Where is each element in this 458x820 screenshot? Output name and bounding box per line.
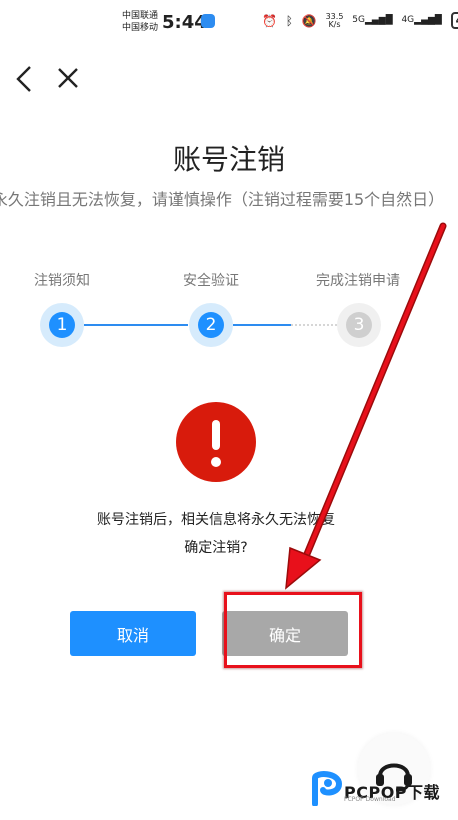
step-label-3: 完成注销申请 (316, 273, 400, 289)
dialog-message-line-1: 账号注销后，相关信息将永久无法恢复 (97, 512, 335, 528)
signal-4g-icon: 4G▂▄▆█ (401, 15, 442, 26)
bluetooth-icon: ᛒ (285, 13, 293, 28)
watermark-sub: PCPOP Download (344, 796, 396, 803)
step-connector-1 (84, 324, 188, 326)
carrier-1: 中国联通 (122, 11, 159, 21)
warning-exclamation-icon (176, 402, 256, 482)
close-icon[interactable] (56, 66, 80, 90)
step-circle-1: 1 (40, 303, 84, 347)
page-subtitle: 永久注销且无法恢复，请谨慎操作（注销过程需要15个自然日） (0, 190, 445, 209)
net-speed: 33.5 K/s (325, 11, 344, 29)
step-circle-2: 2 (189, 303, 233, 347)
dialog-message-line-2: 确定注销? (184, 540, 248, 556)
message-app-icon (201, 14, 215, 28)
dialog-message: 账号注销后，相关信息将永久无法恢复 确定注销? (0, 506, 432, 562)
battery-icon: 47 (450, 12, 458, 29)
mute-icon: 🔕 (301, 13, 317, 28)
step-circle-3: 3 (337, 303, 381, 347)
annotation-highlight-box (224, 592, 362, 668)
pcpop-logo-icon (312, 771, 343, 806)
page-title: 账号注销 (172, 143, 285, 176)
cancel-button[interactable]: 取消 (70, 611, 196, 656)
steps-labels: 注销须知 安全验证 完成注销申请 (0, 270, 458, 292)
carrier-2: 中国移动 (122, 23, 159, 33)
carrier-labels: 中国联通 中国移动 (122, 10, 158, 34)
step-label-2: 安全验证 (183, 273, 239, 289)
system-icons: ⏰ ᛒ 🔕 33.5 K/s 5G▂▄▆█ 4G▂▄▆█ 47 (262, 12, 458, 29)
step-connector-2a (233, 324, 291, 326)
alarm-icon: ⏰ (262, 13, 277, 28)
signal-5g-icon: 5G▂▄▆█ (352, 15, 393, 26)
step-connector-2b (291, 324, 337, 326)
back-arrow-icon[interactable] (12, 64, 36, 94)
status-bar: 中国联通 中国移动 5:44 ⏰ ᛒ 🔕 33.5 K/s 5G▂▄▆█ 4G▂… (0, 0, 458, 44)
step-label-1: 注销须知 (34, 273, 90, 289)
